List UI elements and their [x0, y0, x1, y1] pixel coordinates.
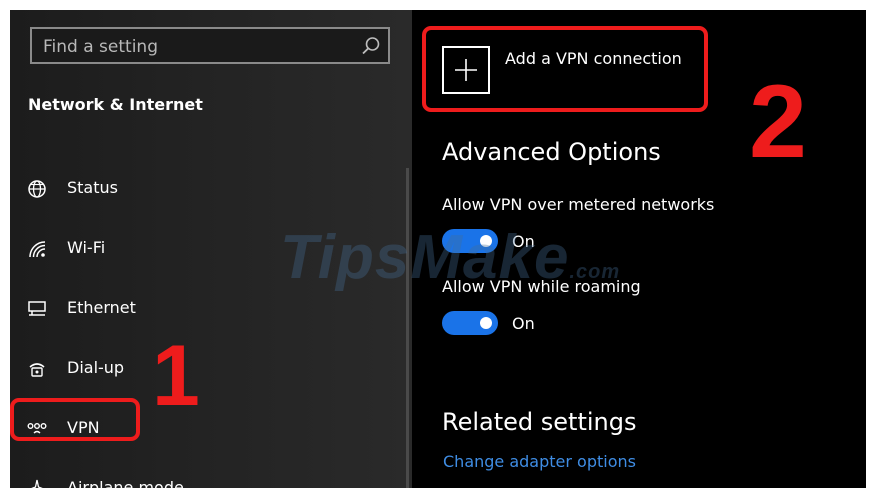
- sidebar-item-ethernet[interactable]: Ethernet: [10, 288, 390, 328]
- sidebar-item-label: Dial-up: [67, 358, 125, 377]
- change-adapter-options-link[interactable]: Change adapter options: [443, 452, 636, 471]
- watermark: TipsMake.com: [280, 222, 620, 293]
- wifi-icon: [26, 238, 48, 260]
- globe-icon: [26, 178, 48, 200]
- watermark-suffix: .com: [569, 261, 621, 283]
- related-settings-title: Related settings: [442, 408, 637, 436]
- search-input[interactable]: [32, 29, 365, 64]
- search-icon[interactable]: [360, 35, 382, 61]
- sidebar-item-label: Wi-Fi: [67, 238, 106, 257]
- metered-option-label: Allow VPN over metered networks: [442, 195, 715, 214]
- sidebar-item-airplane-mode[interactable]: Airplane mode: [10, 468, 390, 488]
- section-title: Network & Internet: [28, 95, 203, 114]
- sidebar-item-dial-up[interactable]: Dial-up: [10, 348, 390, 388]
- roaming-toggle-state: On: [512, 314, 535, 333]
- dial-up-icon: [26, 358, 48, 380]
- annotation-step-2: 2: [749, 64, 807, 180]
- sidebar-item-label: Airplane mode: [67, 478, 184, 488]
- roaming-toggle[interactable]: [442, 311, 498, 335]
- search-box[interactable]: [30, 27, 390, 64]
- sidebar-item-status[interactable]: Status: [10, 168, 390, 208]
- sidebar-scrollbar[interactable]: [406, 168, 409, 488]
- toggle-knob: [480, 317, 492, 329]
- annotation-highlight-add-vpn: [422, 26, 708, 112]
- sidebar-item-label: Status: [67, 178, 118, 197]
- settings-window: Network & Internet Status Wi-Fi Ethernet…: [10, 10, 866, 488]
- sidebar-item-label: Ethernet: [67, 298, 136, 317]
- airplane-icon: [26, 478, 48, 488]
- watermark-text: TipsMake: [280, 223, 570, 292]
- ethernet-icon: [26, 298, 48, 320]
- annotation-highlight-vpn: [10, 398, 140, 441]
- annotation-step-1: 1: [152, 328, 200, 424]
- advanced-options-title: Advanced Options: [442, 138, 661, 166]
